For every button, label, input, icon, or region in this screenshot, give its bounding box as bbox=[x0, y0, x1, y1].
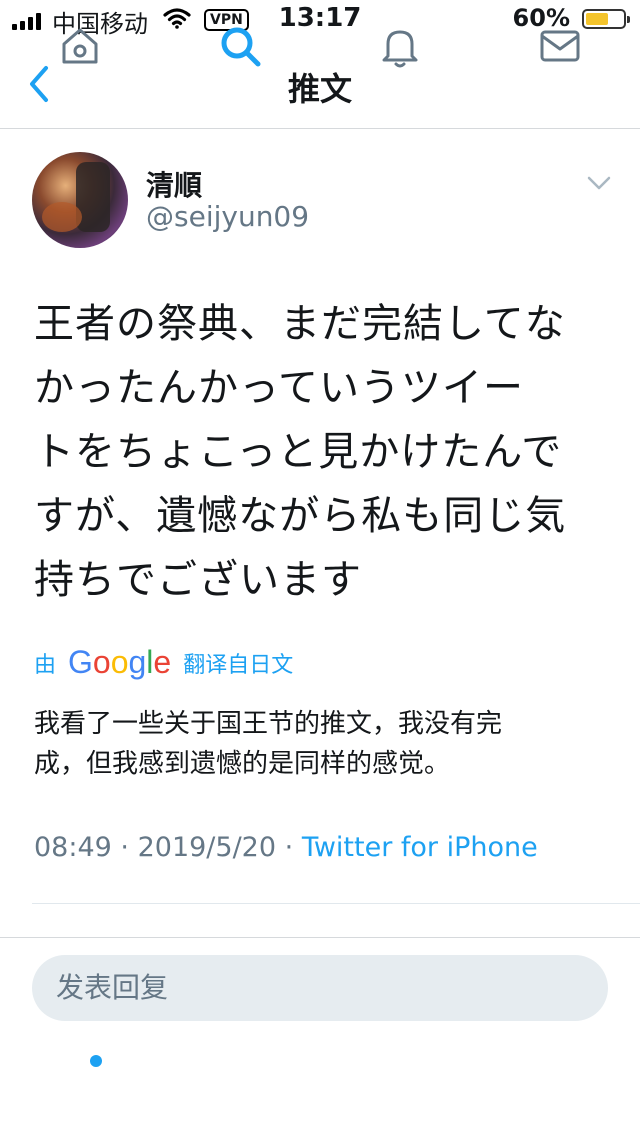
envelope-icon bbox=[540, 30, 580, 62]
tweet-text-line: すが、遺憾ながら私も同じ気 bbox=[34, 493, 567, 539]
divider bbox=[32, 903, 640, 904]
tweet-text-line: 持ちでございます bbox=[34, 557, 362, 603]
search-icon bbox=[221, 27, 261, 67]
notification-dot bbox=[90, 1055, 102, 1067]
tweet-time: 08:49 bbox=[34, 832, 112, 863]
tweet-text-line: かったんかっていうツイー bbox=[34, 365, 524, 411]
avatar[interactable] bbox=[32, 152, 128, 248]
tweet-text-line: トをちょこっと見かけたんで bbox=[34, 429, 563, 475]
translation-attribution[interactable]: 由 Google 翻译自日文 bbox=[34, 644, 293, 681]
tweet-source-link[interactable]: Twitter for iPhone bbox=[302, 832, 538, 863]
tweet-text-line: 王者の祭典、まだ完結してな bbox=[34, 301, 566, 347]
translated-text-line: 成，但我感到遗憾的是同样的感觉。 bbox=[34, 749, 451, 779]
translate-suffix: 翻译自日文 bbox=[183, 652, 294, 678]
translated-text-line: 我看了一些关于国王节的推文，我没有完 bbox=[34, 709, 503, 739]
tweet-date: 2019/5/20 bbox=[137, 832, 277, 863]
tweet-text: 王者の祭典、まだ完結してな かったんかっていうツイー トをちょこっと見かけたんで… bbox=[34, 292, 614, 612]
meta-separator: · bbox=[284, 832, 294, 863]
display-name[interactable]: 清順 bbox=[146, 164, 202, 204]
tab-search[interactable] bbox=[216, 22, 264, 70]
reply-bar: 发表回复 bbox=[0, 937, 640, 1038]
reply-input[interactable]: 发表回复 bbox=[32, 955, 608, 1021]
tab-home[interactable] bbox=[56, 22, 104, 70]
tab-notifications[interactable] bbox=[376, 22, 424, 70]
translated-text: 我看了一些关于国王节的推文，我没有完 成，但我感到遗憾的是同样的感觉。 bbox=[34, 704, 614, 784]
user-handle[interactable]: @seijyun09 bbox=[146, 200, 309, 233]
google-logo: Google bbox=[68, 644, 172, 680]
chevron-down-icon[interactable] bbox=[586, 174, 612, 192]
tab-messages[interactable] bbox=[536, 22, 584, 70]
translate-prefix: 由 bbox=[34, 652, 57, 678]
bell-icon bbox=[382, 30, 418, 68]
meta-separator: · bbox=[120, 832, 129, 863]
home-icon bbox=[62, 28, 98, 64]
tweet-meta: 08:49 · 2019/5/20 · Twitter for iPhone bbox=[34, 832, 538, 863]
battery-icon bbox=[582, 9, 630, 29]
page-title: 推文 bbox=[287, 70, 352, 108]
